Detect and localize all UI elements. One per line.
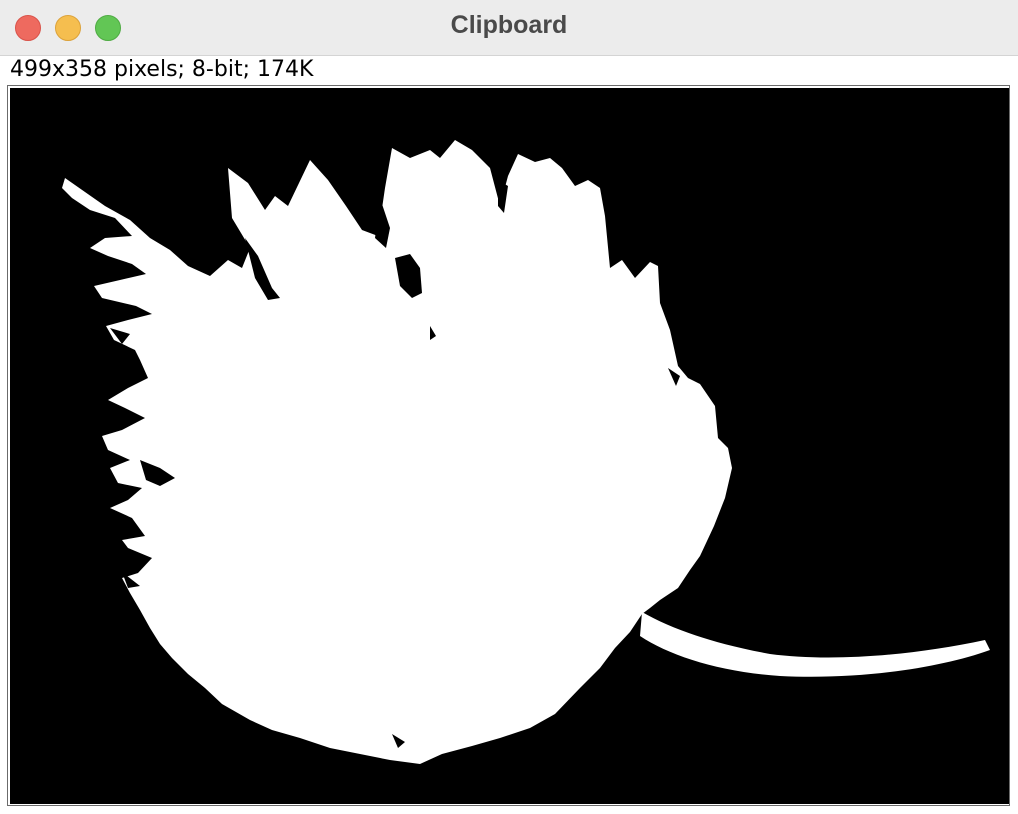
image-info-text: 499x358 pixels; 8-bit; 174K [10, 57, 314, 82]
title-bar[interactable]: Clipboard [0, 0, 1018, 56]
window-title: Clipboard [450, 11, 568, 39]
binary-leaf-mask-image [10, 88, 1009, 804]
image-canvas[interactable] [10, 88, 1009, 804]
clipboard-window: Clipboard 499x358 pixels; 8-bit; 174K [0, 0, 1018, 814]
